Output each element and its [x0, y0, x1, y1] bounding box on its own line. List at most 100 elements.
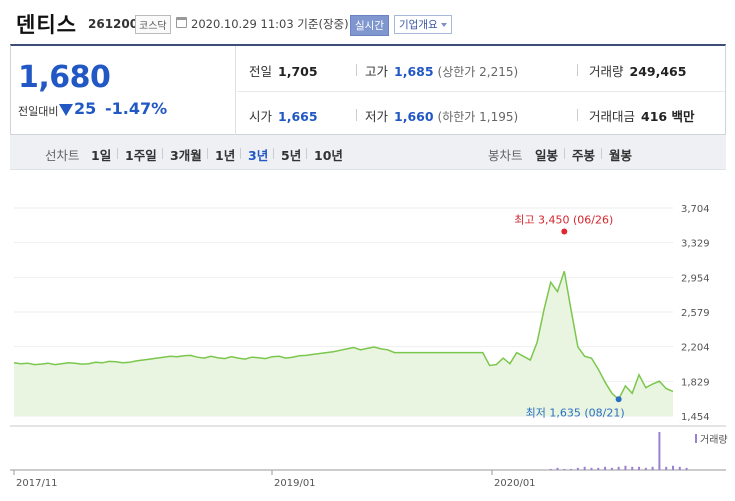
divider: [273, 148, 274, 159]
y-tick-label: 3,329: [681, 239, 710, 250]
realtime-button[interactable]: 실시간: [350, 15, 389, 36]
max-price-annotation: 최고 3,450 (06/26): [514, 213, 613, 226]
price-chart: 3,704 3,329 2,954 2,579 2,204 1,829 1,454 2017…: [10, 204, 728, 489]
tab-1d[interactable]: 1일: [91, 145, 111, 164]
min-price-marker: [615, 396, 622, 403]
volume-bar: [597, 467, 600, 470]
divider: [207, 148, 208, 159]
price-change-percent: -1.47%: [105, 99, 168, 118]
open-value: 1,665: [278, 109, 318, 124]
stock-header: 덴티스 261200 코스닥 2020.10.29 11:03 기준(장중) 실…: [0, 0, 735, 46]
price-change: 25: [74, 99, 97, 118]
market-badge: 코스닥: [135, 15, 171, 34]
high-label: 고가: [365, 64, 389, 79]
change-label: 전일대비: [18, 105, 59, 118]
tab-5y[interactable]: 5년: [281, 145, 301, 164]
company-overview-label: 기업개요: [399, 19, 438, 31]
prev-close-value: 1,705: [278, 64, 318, 79]
volume-legend-swatch: [695, 434, 697, 443]
low-cell: 저가 1,660 (하한가 1,195): [365, 106, 518, 125]
volume-bar: [549, 468, 552, 470]
stock-name: 덴티스: [16, 13, 77, 37]
volume-bar: [576, 467, 579, 470]
tab-monthly[interactable]: 월봉: [609, 145, 632, 164]
y-tick-label: 3,704: [681, 204, 710, 215]
high-cell: 고가 1,685 (상한가 2,215): [365, 61, 518, 80]
volume-bar: [685, 467, 688, 470]
current-price-panel: 1,680 전일대비 25 -1.47%: [11, 46, 236, 135]
calendar-icon: [176, 17, 187, 28]
volume-bar: [604, 466, 607, 470]
y-tick-label: 2,579: [681, 308, 710, 319]
open-cell: 시가 1,665: [249, 106, 318, 125]
row-divider: [237, 91, 725, 92]
divider: [356, 64, 357, 76]
tab-1y[interactable]: 1년: [215, 145, 235, 164]
divider: [306, 148, 307, 159]
tab-weekly[interactable]: 주봉: [572, 145, 595, 164]
volume-bar: [658, 432, 661, 470]
y-tick-label: 1,829: [681, 377, 710, 388]
divider: [240, 148, 241, 159]
volume-bar: [556, 467, 559, 470]
y-tick-label: 2,204: [681, 343, 710, 354]
tab-3m[interactable]: 3개월: [170, 145, 202, 164]
timestamp: 2020.10.29 11:03 기준(장중): [191, 17, 349, 31]
x-tick-label: 2019/01: [274, 478, 316, 489]
divider: [601, 148, 602, 159]
open-label: 시가: [249, 109, 273, 124]
stock-code: 261200: [88, 17, 139, 31]
amount-label: 거래대금: [589, 109, 636, 124]
divider: [117, 148, 118, 159]
volume-bar: [570, 468, 573, 470]
volume-label: 거래량: [589, 64, 624, 79]
tab-1w[interactable]: 1주일: [125, 145, 157, 164]
volume-bar: [563, 468, 566, 470]
low-label: 저가: [365, 109, 389, 124]
chart-grid: [10, 207, 726, 471]
lower-limit: (하한가 1,195): [437, 110, 519, 124]
x-tick-label: 2020/01: [494, 478, 536, 489]
x-axis-labels: 2017/11 2019/01 2020/01: [13, 470, 536, 489]
volume-legend: 거래량: [700, 434, 728, 446]
divider: [564, 148, 565, 159]
volume-bar: [678, 466, 681, 470]
chevron-down-icon: [440, 23, 447, 27]
volume-bar: [665, 466, 668, 470]
volume-cell: 거래량 249,465: [589, 61, 686, 80]
y-axis-labels: 3,704 3,329 2,954 2,579 2,204 1,829 1,454: [681, 204, 710, 423]
volume-bar: [644, 467, 647, 470]
volume-bar: [638, 466, 641, 470]
volume-bar: [610, 467, 613, 470]
current-price: 1,680: [18, 60, 111, 95]
divider: [577, 109, 578, 121]
y-tick-label: 1,454: [681, 412, 710, 423]
down-arrow-icon: [59, 104, 73, 116]
tab-daily[interactable]: 일봉: [535, 145, 558, 164]
tab-10y[interactable]: 10년: [314, 145, 343, 164]
low-value: 1,660: [394, 109, 434, 124]
high-value: 1,685: [394, 64, 434, 79]
x-tick-label: 2017/11: [16, 478, 58, 489]
volume-bars: [549, 432, 688, 470]
price-area-fill: [14, 271, 673, 416]
volume-bar: [631, 466, 634, 470]
prev-close-label: 전일: [249, 64, 273, 79]
tab-3y[interactable]: 3년: [248, 145, 268, 164]
volume-bar: [651, 466, 654, 470]
upper-limit: (상한가 2,215): [437, 65, 519, 79]
prev-close-cell: 전일 1,705: [249, 61, 318, 80]
volume-bar: [624, 465, 627, 470]
volume-bar: [583, 466, 586, 470]
candle-chart-label: 봉차트: [488, 148, 523, 163]
divider: [577, 64, 578, 76]
min-price-annotation: 최저 1,635 (08/21): [526, 406, 625, 419]
chart-tab-bar: 선차트 1일 1주일 3개월 1년 3년 5년 10년 봉차트 일봉 주봉 월봉: [10, 135, 726, 170]
volume-bar: [617, 466, 620, 470]
volume-bar: [590, 467, 593, 470]
max-price-marker: [561, 228, 568, 235]
company-overview-dropdown[interactable]: 기업개요: [394, 15, 452, 34]
volume-bar: [672, 465, 674, 470]
price-summary: 1,680 전일대비 25 -1.47% 전일 1,705 고가 1,685 (상한…: [10, 44, 726, 135]
amount-value: 416 백만: [641, 109, 695, 124]
